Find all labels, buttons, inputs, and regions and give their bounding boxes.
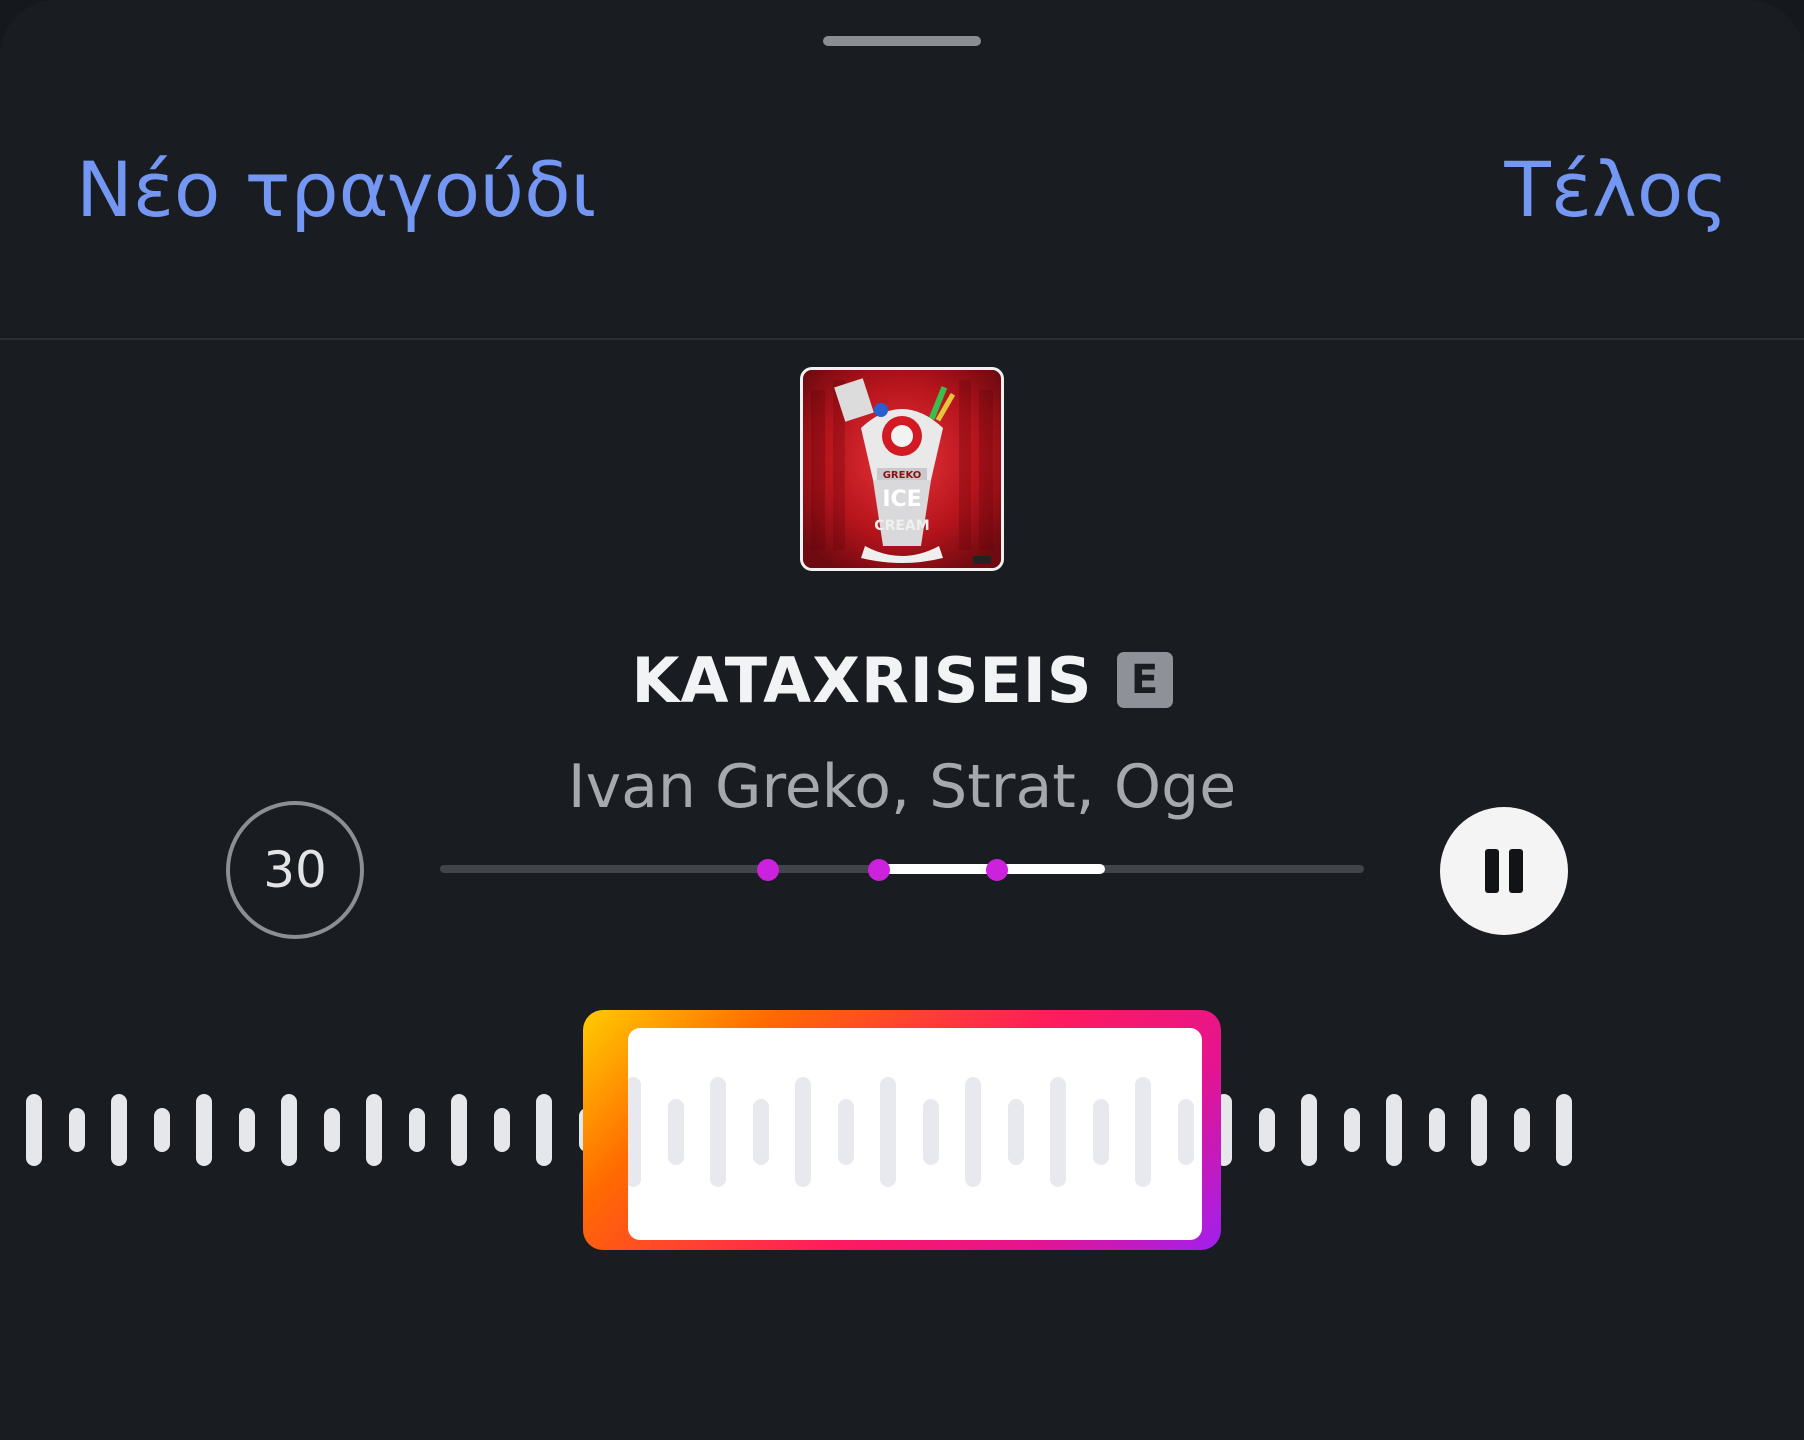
waveform-bar: [1556, 1094, 1572, 1166]
clip-selection-inner: [628, 1028, 1202, 1240]
selected-waveform-bar: [880, 1077, 896, 1187]
waveform-bar: [1471, 1094, 1487, 1166]
waveform-bar: [1386, 1094, 1402, 1166]
selected-waveform-bar: [1135, 1077, 1151, 1187]
waveform-bar: [1258, 1108, 1275, 1152]
selected-waveform-bar: [795, 1077, 811, 1187]
new-song-button[interactable]: Νέο τραγούδι: [76, 140, 596, 240]
selected-waveform-bar: [752, 1099, 769, 1165]
waveform-bar: [238, 1108, 255, 1152]
waveform-bar: [281, 1094, 297, 1166]
selected-waveform-bar: [965, 1077, 981, 1187]
pause-button[interactable]: [1440, 807, 1568, 935]
music-picker-sheet: Νέο τραγούδι Τέλος GREKO ICE CREAM KATAX…: [0, 0, 1804, 1440]
header-divider: [0, 338, 1804, 340]
selected-waveform-bar: [1007, 1099, 1024, 1165]
svg-text:GREKO: GREKO: [883, 470, 922, 481]
sheet-grabber-handle[interactable]: [823, 36, 981, 46]
album-cover-image: GREKO ICE CREAM: [800, 367, 1004, 571]
waveform-bar: [111, 1094, 127, 1166]
waveform-bar: [408, 1108, 425, 1152]
pause-icon: [1485, 849, 1499, 893]
selected-waveform-bar: [837, 1099, 854, 1165]
scrubber-marker: [986, 859, 1009, 881]
waveform-bar: [323, 1108, 340, 1152]
clip-duration-button[interactable]: 30: [226, 801, 364, 939]
waveform-bar: [196, 1094, 212, 1166]
selected-waveform-bar: [922, 1099, 939, 1165]
selected-waveform-bar: [1177, 1099, 1194, 1165]
waveform-bar: [366, 1094, 382, 1166]
selected-waveform-bar: [1092, 1099, 1109, 1165]
done-button[interactable]: Τέλος: [1504, 140, 1728, 240]
waveform-bar: [1343, 1108, 1360, 1152]
waveform-bar: [1301, 1094, 1317, 1166]
selected-waveform-bar: [628, 1077, 641, 1187]
waveform-bar: [451, 1094, 467, 1166]
waveform-bar: [493, 1108, 510, 1152]
selected-waveform-bar: [667, 1099, 684, 1165]
clip-selection-window[interactable]: [583, 1010, 1221, 1250]
waveform-bar: [68, 1108, 85, 1152]
scrubber-marker: [757, 859, 780, 881]
waveform-bar: [153, 1108, 170, 1152]
waveform-bar: [1513, 1108, 1530, 1152]
selected-waveform-bar: [1050, 1077, 1066, 1187]
pause-icon-bar: [1509, 849, 1523, 893]
waveform-bar: [536, 1094, 552, 1166]
svg-text:CREAM: CREAM: [874, 518, 929, 534]
album-cover-artwork: GREKO ICE CREAM: [803, 370, 1001, 568]
svg-text:ICE: ICE: [882, 487, 921, 512]
selected-waveform-bar: [710, 1077, 726, 1187]
track-title-row: KATAXRISEIS E: [0, 640, 1804, 720]
song-position-scrubber[interactable]: [440, 840, 1364, 900]
explicit-badge: E: [1116, 652, 1173, 708]
waveform-bar: [26, 1094, 42, 1166]
track-title: KATAXRISEIS: [631, 643, 1093, 717]
scrubber-marker: [867, 859, 890, 881]
waveform-bar: [1428, 1108, 1445, 1152]
